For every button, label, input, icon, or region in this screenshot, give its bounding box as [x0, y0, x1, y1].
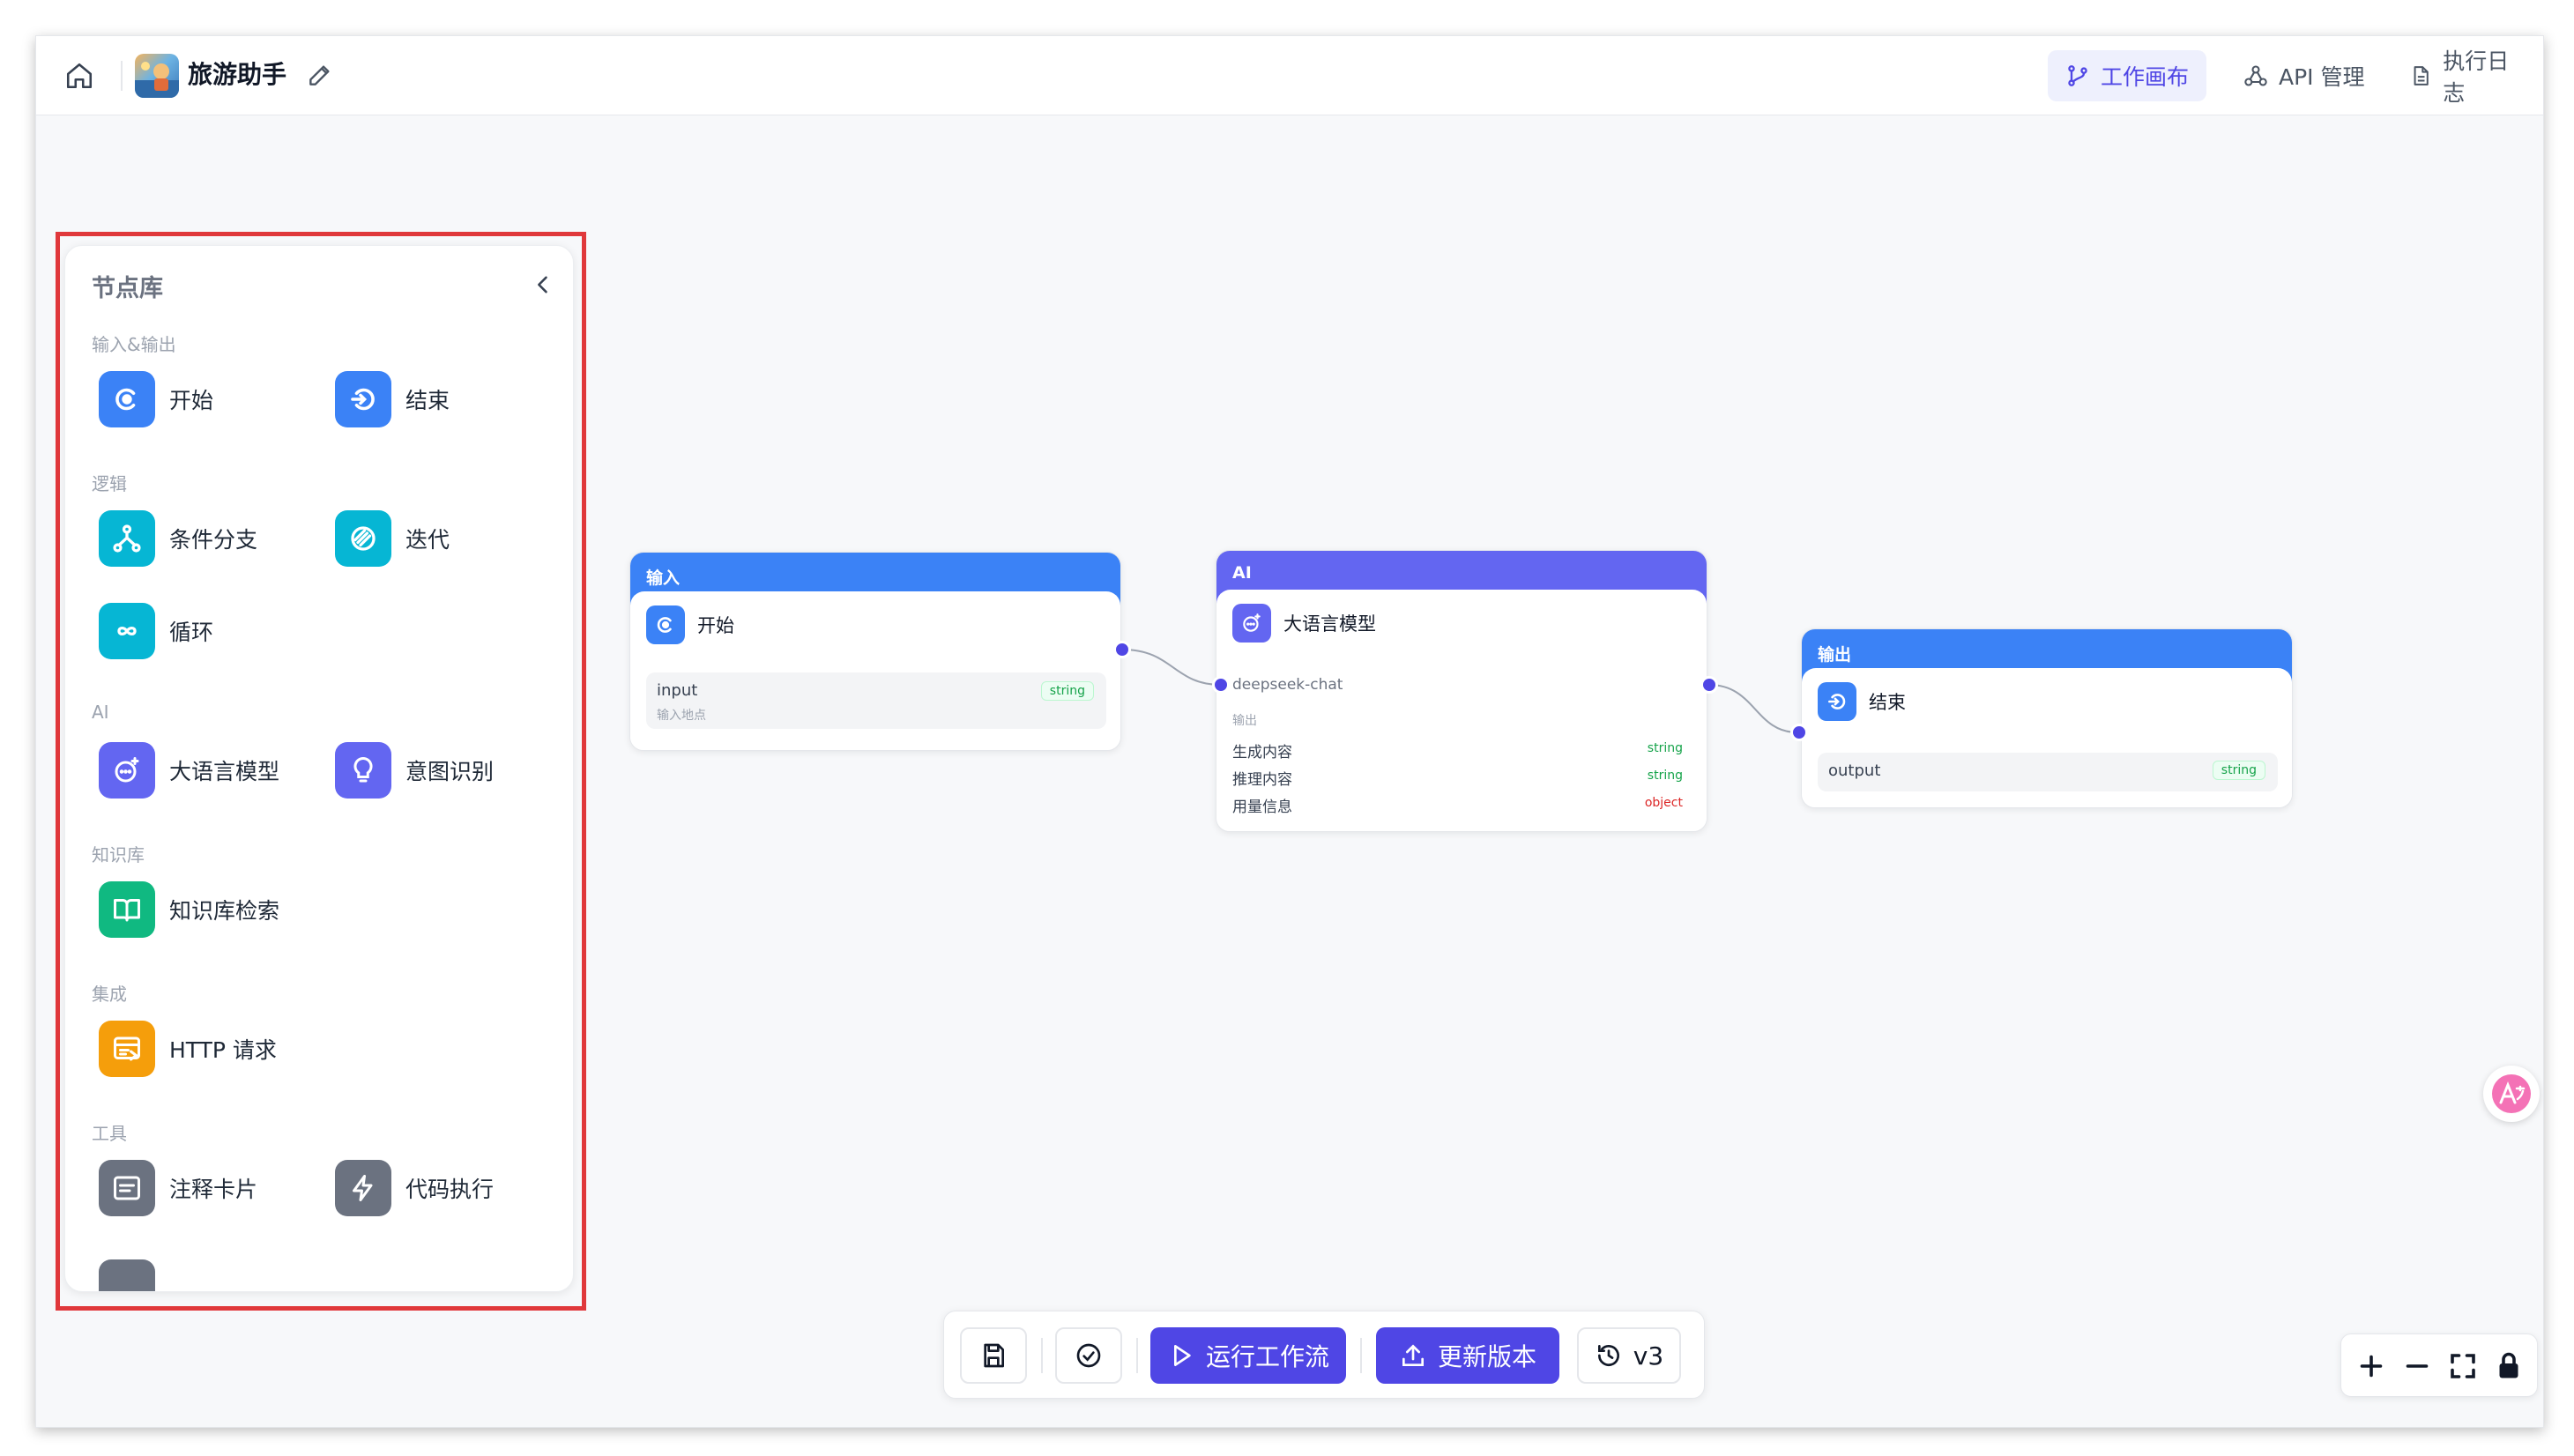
end-input-port[interactable]: [1790, 724, 1808, 741]
start-output-port[interactable]: [1113, 641, 1131, 658]
node-body: 大语言模型 deepseek-chat 输出 生成内容 string 推理内容 …: [1216, 590, 1707, 831]
workflow-node-end[interactable]: 输出 结束 output string: [1801, 628, 2293, 808]
node-title-row: 结束: [1818, 682, 1906, 721]
history-icon: [1597, 1345, 1619, 1366]
node-body: 结束 output string: [1802, 668, 2292, 807]
model-name: deepseek-chat: [1232, 676, 1343, 694]
save-button[interactable]: [960, 1327, 1027, 1384]
output-name: 生成内容: [1232, 744, 1292, 761]
node-title: 大语言模型: [1283, 613, 1376, 635]
app-window: 旅游助手 工作画布 API 管理 执行日志 输入 开始 input 输入地点 s…: [35, 35, 2544, 1428]
field-type-badge: string: [2212, 761, 2265, 780]
zoom-out-icon[interactable]: [2401, 1350, 2433, 1382]
run-workflow-button[interactable]: 运行工作流: [1150, 1327, 1346, 1384]
end-icon: [1818, 682, 1856, 721]
output-type-badge: string: [1647, 769, 1683, 783]
node-title-row: 大语言模型: [1232, 604, 1376, 643]
node-title-row: 开始: [646, 605, 734, 644]
start-icon: [646, 605, 685, 644]
run-workflow-label: 运行工作流: [1205, 1342, 1329, 1371]
node-title: 结束: [1869, 692, 1906, 713]
workflow-node-llm[interactable]: AI 大语言模型 deepseek-chat 输出 生成内容 string 推理…: [1216, 550, 1707, 832]
output-type-badge: object: [1644, 796, 1683, 810]
canvas-zoom-controls: [2340, 1333, 2538, 1397]
update-version-button[interactable]: 更新版本: [1376, 1327, 1559, 1384]
version-history-button[interactable]: v3: [1577, 1327, 1681, 1384]
node-body: 开始 input 输入地点 string: [630, 591, 1120, 750]
edge-start-to-llm: [1121, 649, 1222, 686]
version-label: v3: [1633, 1341, 1664, 1371]
panel-highlight-frame: [56, 232, 586, 1311]
field-type-badge: string: [1040, 681, 1094, 701]
upload-icon: [1402, 1344, 1424, 1366]
toolbar-divider: [1360, 1338, 1362, 1373]
translate-icon: [2492, 1074, 2531, 1113]
llm-sparkle-icon: [1232, 604, 1271, 643]
play-icon: [1173, 1345, 1191, 1366]
output-name: 用量信息: [1232, 799, 1292, 816]
zoom-in-icon[interactable]: [2355, 1350, 2387, 1382]
llm-input-port[interactable]: [1212, 676, 1230, 694]
lock-icon[interactable]: [2493, 1350, 2525, 1382]
output-section-label: 输出: [1232, 714, 1257, 728]
field-name: input: [657, 681, 698, 700]
update-version-label: 更新版本: [1437, 1342, 1536, 1371]
output-type-badge: string: [1647, 741, 1683, 755]
workflow-node-start[interactable]: 输入 开始 input 输入地点 string: [629, 552, 1121, 751]
save-icon: [984, 1343, 1004, 1368]
input-field-row: input 输入地点 string: [646, 672, 1106, 729]
toolbar-divider: [1136, 1338, 1138, 1373]
edge-llm-to-end: [1708, 684, 1798, 733]
validate-button[interactable]: [1055, 1327, 1122, 1384]
toolbar-divider: [1041, 1338, 1043, 1373]
output-name: 推理内容: [1232, 771, 1292, 789]
field-description: 输入地点: [657, 709, 706, 723]
node-title: 开始: [697, 615, 734, 636]
output-field-row: output string: [1818, 753, 2278, 791]
check-circle-icon: [1076, 1343, 1101, 1368]
field-name: output: [1828, 761, 1881, 780]
bottom-toolbar: 运行工作流 更新版本 v3: [943, 1311, 1705, 1399]
llm-output-port[interactable]: [1700, 676, 1718, 694]
translate-float-button[interactable]: [2483, 1066, 2540, 1122]
fit-view-icon[interactable]: [2447, 1350, 2479, 1382]
